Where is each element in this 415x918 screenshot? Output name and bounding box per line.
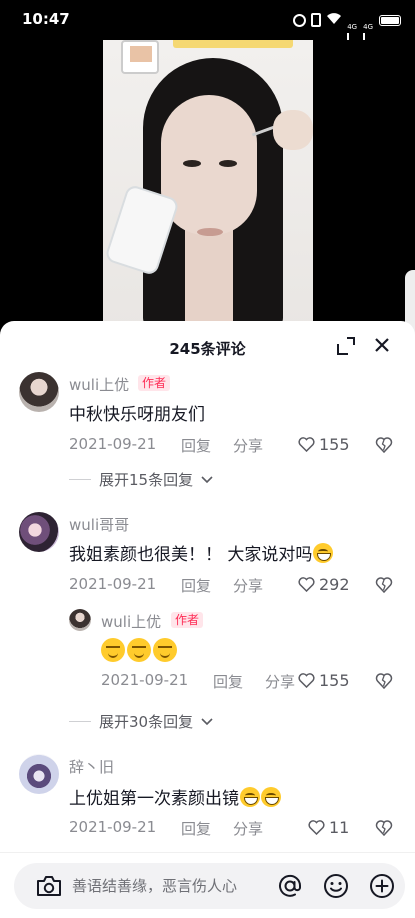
battery-icon <box>379 14 401 26</box>
comment-nickname[interactable]: wuli上优 <box>69 374 129 395</box>
like-button[interactable]: 292 <box>298 575 350 594</box>
grinning-emoji-icon <box>127 638 151 662</box>
share-button[interactable]: 分享 <box>265 671 295 692</box>
signal-tag: 4G <box>363 22 373 31</box>
emoji-icon[interactable] <box>323 873 349 899</box>
expand-replies-label: 展开15条回复 <box>99 471 194 489</box>
alarm-icon <box>293 13 307 27</box>
like-count: 155 <box>319 435 350 454</box>
like-count: 292 <box>319 575 350 594</box>
comment-text[interactable]: 中秋快乐呀朋友们 <box>69 400 205 425</box>
comment-text-content: 上优姐第一次素颜出镜 <box>69 789 239 809</box>
like-count: 155 <box>319 671 350 690</box>
video-caption-graphic <box>173 40 293 48</box>
laughing-emoji-icon <box>313 543 334 563</box>
reply-button[interactable]: 回复 <box>181 575 211 596</box>
status-bar: 10:47 4G 4G <box>0 0 415 64</box>
video-lips-graphic <box>197 228 223 236</box>
comment-input-box[interactable] <box>14 863 405 909</box>
share-button[interactable]: 分享 <box>233 435 263 456</box>
video-frame[interactable] <box>103 40 313 330</box>
avatar[interactable] <box>19 754 59 794</box>
expand-replies-label: 展开30条回复 <box>99 713 194 731</box>
comment-input[interactable] <box>72 863 272 909</box>
sheet-header: 245条评论 <box>0 321 415 373</box>
signal-icon: 4G <box>363 14 374 64</box>
comment-input-bar <box>0 852 415 918</box>
share-button[interactable]: 分享 <box>233 575 263 596</box>
broken-heart-icon[interactable] <box>375 819 393 837</box>
comment-text[interactable]: 我姐素颜也很美！！ 大家说对吗 <box>69 540 334 565</box>
broken-heart-icon[interactable] <box>375 672 393 690</box>
reply-emoji-content[interactable] <box>101 638 177 662</box>
close-icon[interactable] <box>372 335 392 355</box>
makeup-palette-graphic <box>121 40 159 74</box>
laughing-emoji-icon <box>261 787 281 807</box>
divider <box>69 721 91 722</box>
laughing-emoji-icon <box>240 787 260 807</box>
reply-button[interactable]: 回复 <box>181 435 211 456</box>
video-eye-graphic <box>219 160 237 167</box>
status-icons: 4G 4G <box>293 12 401 64</box>
expand-replies-button[interactable]: 展开15条回复 <box>69 469 213 490</box>
reply-button[interactable]: 回复 <box>213 671 243 692</box>
video-neck-graphic <box>185 220 233 330</box>
comment-nickname[interactable]: 辞丶旧 <box>69 756 114 777</box>
heart-icon <box>298 437 315 452</box>
like-button[interactable]: 155 <box>298 671 350 690</box>
author-badge: 作者 <box>138 375 171 391</box>
expand-icon[interactable] <box>337 337 355 355</box>
comment-nickname[interactable]: wuli哥哥 <box>69 514 129 535</box>
chevron-down-icon <box>201 475 213 483</box>
like-button[interactable]: 155 <box>298 435 350 454</box>
share-button[interactable]: 分享 <box>233 818 263 839</box>
broken-heart-icon[interactable] <box>375 436 393 454</box>
broken-heart-icon[interactable] <box>375 576 393 594</box>
grinning-emoji-icon <box>101 638 125 662</box>
chevron-down-icon <box>201 717 213 725</box>
comment-date: 2021-09-21 <box>69 435 157 453</box>
expand-replies-button[interactable]: 展开30条回复 <box>69 711 213 732</box>
comment-text-content: 我姐素颜也很美！！ 大家说对吗 <box>69 545 313 565</box>
wifi-icon <box>326 12 342 28</box>
comment-date: 2021-09-21 <box>69 818 157 836</box>
heart-icon <box>308 820 325 835</box>
avatar[interactable] <box>19 512 59 552</box>
reply-button[interactable]: 回复 <box>181 818 211 839</box>
vibrate-icon <box>311 13 322 27</box>
comment-text[interactable]: 上优姐第一次素颜出镜 <box>69 784 281 809</box>
like-button[interactable]: 11 <box>308 818 349 837</box>
like-count: 11 <box>329 818 350 837</box>
signal-tag: 4G <box>347 22 358 31</box>
comment-date: 2021-09-21 <box>69 575 157 593</box>
divider <box>69 479 91 480</box>
video-player[interactable] <box>0 40 415 340</box>
status-time: 10:47 <box>22 10 70 28</box>
add-icon[interactable] <box>369 873 395 899</box>
video-eye-graphic <box>183 160 201 167</box>
signal-icon: 4G <box>347 14 358 64</box>
reply-nickname[interactable]: wuli上优 <box>101 611 161 632</box>
heart-icon <box>298 577 315 592</box>
avatar[interactable] <box>19 372 59 412</box>
grinning-emoji-icon <box>153 638 177 662</box>
author-badge: 作者 <box>171 612 204 628</box>
camera-icon[interactable] <box>36 874 62 898</box>
heart-icon <box>298 673 315 688</box>
video-hand-graphic <box>273 110 313 150</box>
reply-date: 2021-09-21 <box>101 671 189 689</box>
mention-icon[interactable] <box>277 873 303 899</box>
avatar[interactable] <box>69 609 91 631</box>
